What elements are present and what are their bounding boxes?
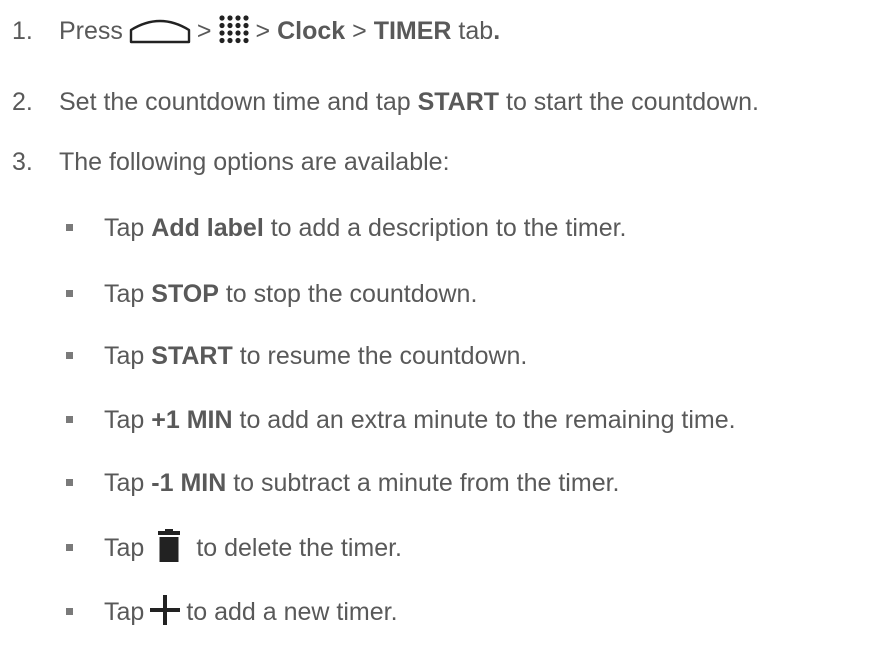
separator: > — [196, 17, 212, 45]
bullet — [66, 352, 73, 359]
plus-icon — [150, 595, 181, 626]
separator: > — [352, 17, 367, 45]
option-rest: to add a new timer. — [186, 598, 398, 626]
start-label: START — [417, 88, 500, 116]
option-rest: to add an extra minute to the remaining … — [239, 406, 736, 434]
plus-one-min-label: +1 MIN — [151, 406, 233, 434]
tap-word: Tap — [104, 469, 145, 497]
option-rest: to stop the countdown. — [225, 280, 478, 308]
option-text: Tap STOP to stop the countdown. — [104, 278, 477, 310]
option-text: Tap START to resume the countdown. — [104, 340, 527, 372]
period: . — [493, 17, 501, 45]
instruction-document: 1. Press > > Clock > TIMER tab. 2. Set t… — [0, 0, 884, 658]
option-rest: to resume the countdown. — [239, 342, 528, 370]
start-label: START — [151, 342, 233, 370]
tap-word: Tap — [104, 406, 145, 434]
timer-tab-label: TIMER — [373, 17, 452, 45]
bullet — [66, 224, 73, 231]
apps-grid-icon — [218, 15, 249, 44]
press-text: Press — [59, 17, 123, 45]
tap-word: Tap — [104, 214, 145, 242]
bullet — [66, 416, 73, 423]
tab-word: tab — [458, 17, 494, 45]
tap-word: Tap — [104, 534, 145, 562]
step-text: Press > > Clock > TIMER tab. — [59, 15, 500, 47]
option-text: Tap to delete the timer. — [104, 528, 402, 566]
tap-word: Tap — [104, 280, 145, 308]
home-icon — [129, 20, 191, 44]
stop-label: STOP — [151, 280, 219, 308]
bullet — [66, 544, 73, 551]
bullet — [66, 290, 73, 297]
option-text: Tap +1 MIN to add an extra minute to the… — [104, 404, 736, 436]
clock-label: Clock — [277, 17, 346, 45]
option-rest: to add a description to the timer. — [270, 214, 627, 242]
add-label-label: Add label — [151, 214, 264, 242]
step-number: 1. — [12, 17, 33, 45]
bullet — [66, 608, 73, 615]
tap-word: Tap — [104, 598, 145, 626]
step-text-pre: Set the countdown time and tap — [59, 88, 411, 116]
trash-icon — [158, 528, 181, 562]
option-text: Tap Add label to add a description to th… — [104, 212, 627, 244]
step-number: 3. — [12, 148, 33, 176]
bullet — [66, 479, 73, 486]
step-text: Set the countdown time and tap START to … — [59, 86, 759, 118]
option-text: Tap -1 MIN to subtract a minute from the… — [104, 467, 620, 499]
minus-one-min-label: -1 MIN — [151, 469, 227, 497]
option-text: Tap to add a new timer. — [104, 595, 398, 628]
step-text-post: to start the countdown. — [506, 88, 759, 116]
option-rest: to subtract a minute from the timer. — [233, 469, 620, 497]
step-number: 2. — [12, 88, 33, 116]
option-rest: to delete the timer. — [196, 534, 402, 562]
step-text: The following options are available: — [59, 148, 450, 176]
tap-word: Tap — [104, 342, 145, 370]
separator: > — [255, 17, 271, 45]
